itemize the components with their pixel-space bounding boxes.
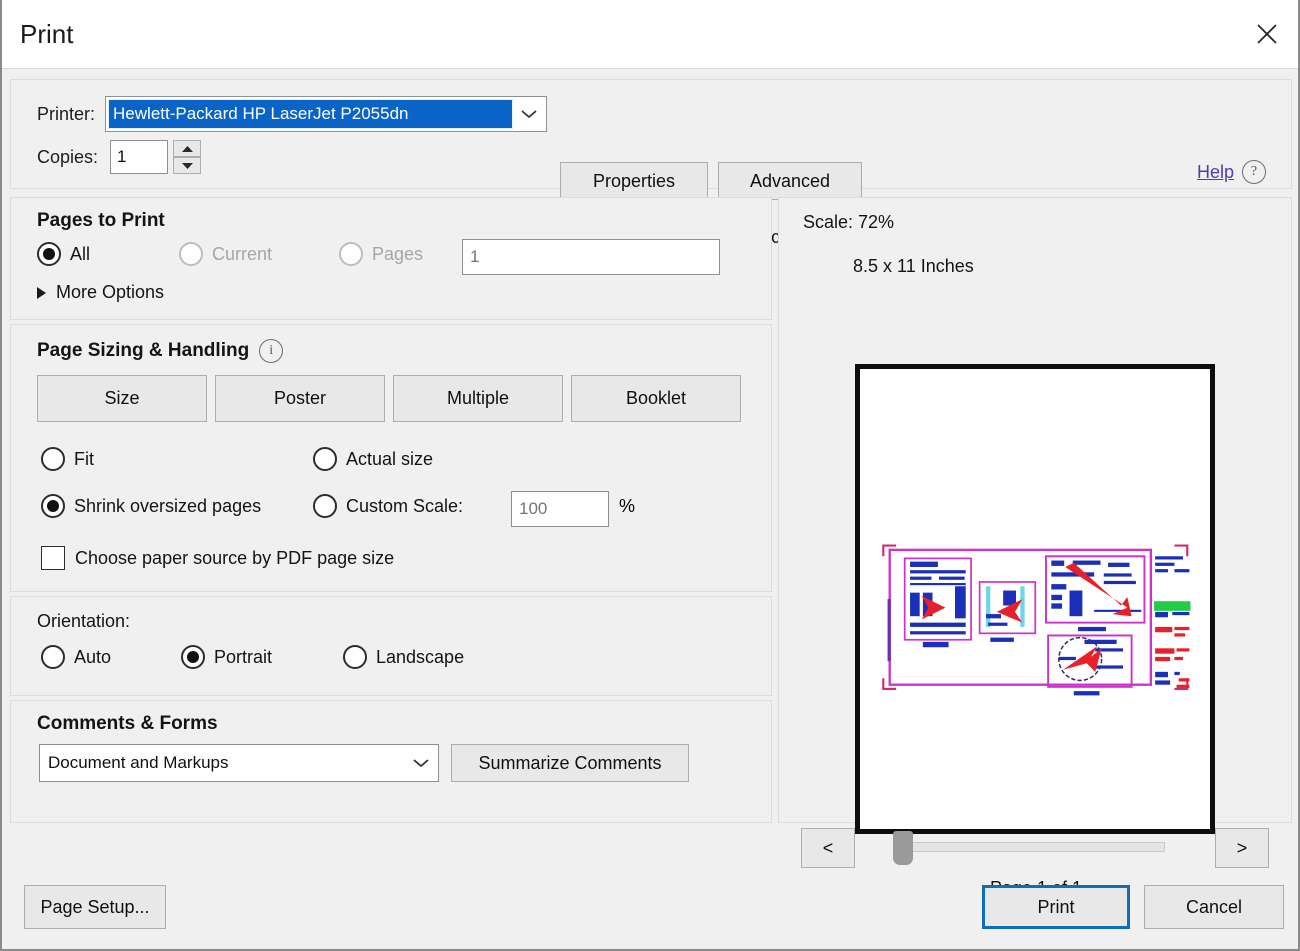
orientation-section: Orientation: Auto Portrait Landscape bbox=[10, 596, 772, 696]
size-button[interactable]: Size bbox=[37, 375, 207, 422]
comments-forms-select[interactable]: Document and Markups bbox=[39, 744, 439, 782]
radio-fit-label: Fit bbox=[74, 448, 94, 469]
radio-orientation-auto[interactable]: Auto bbox=[41, 645, 111, 669]
printer-select[interactable]: Hewlett-Packard HP LaserJet P2055dn bbox=[105, 96, 548, 132]
comments-forms-selected-value: Document and Markups bbox=[48, 753, 229, 772]
radio-pages-current-label: Current bbox=[212, 243, 273, 264]
orientation-title: Orientation: bbox=[37, 611, 131, 631]
print-dialog: Print Printer: Hewlett-Packard HP LaserJ… bbox=[0, 0, 1300, 951]
radio-pages-range-label: Pages bbox=[372, 243, 424, 264]
preview-page-surface bbox=[867, 376, 1203, 822]
caret-up-icon bbox=[181, 145, 194, 153]
radio-mark bbox=[179, 242, 203, 266]
radio-custom-scale[interactable]: Custom Scale: bbox=[313, 494, 463, 518]
printer-row: Printer: Hewlett-Packard HP LaserJet P20… bbox=[37, 96, 548, 132]
preview-section: Scale: 72% 8.5 x 11 Inches < > bbox=[778, 197, 1292, 898]
info-circle-icon[interactable]: i bbox=[259, 339, 284, 363]
page-sizing-buttons: Size Poster Multiple Booklet bbox=[37, 375, 741, 422]
copies-label: Copies: bbox=[37, 146, 99, 167]
close-button[interactable] bbox=[1236, 0, 1298, 67]
title-bar: Print bbox=[2, 0, 1298, 69]
advanced-button[interactable]: Advanced bbox=[718, 162, 862, 200]
page-sizing-title: Page Sizing & Handling bbox=[37, 340, 250, 361]
page-slider-track[interactable] bbox=[897, 842, 1165, 852]
chevron-down-icon bbox=[512, 98, 546, 130]
radio-mark bbox=[37, 242, 61, 266]
comments-forms-section: Comments & Forms Document and Markups Su… bbox=[10, 700, 772, 823]
radio-actual-size[interactable]: Actual size bbox=[313, 447, 433, 471]
question-circle-icon[interactable]: ? bbox=[1242, 160, 1266, 184]
multiple-button[interactable]: Multiple bbox=[393, 375, 563, 422]
properties-button[interactable]: Properties bbox=[560, 162, 708, 200]
pages-range-input[interactable] bbox=[462, 239, 720, 275]
radio-shrink-oversized-label: Shrink oversized pages bbox=[74, 495, 262, 516]
close-icon bbox=[1254, 21, 1280, 47]
paper-source-checkbox[interactable]: Choose paper source by PDF page size bbox=[41, 546, 394, 570]
caret-down-icon bbox=[181, 162, 194, 170]
radio-custom-scale-label: Custom Scale: bbox=[346, 495, 464, 516]
radio-mark bbox=[181, 645, 205, 669]
page-sizing-title-row: Page Sizing & Handling i bbox=[37, 339, 284, 363]
radio-shrink-oversized[interactable]: Shrink oversized pages bbox=[41, 494, 261, 518]
radio-orientation-landscape-label: Landscape bbox=[376, 646, 465, 667]
page-title: Print bbox=[20, 18, 74, 49]
radio-mark bbox=[313, 494, 337, 518]
page-setup-button[interactable]: Page Setup... bbox=[24, 885, 166, 929]
paper-size-text: 8.5 x 11 Inches bbox=[853, 256, 974, 276]
more-options-label: More Options bbox=[56, 282, 165, 302]
print-button[interactable]: Print bbox=[982, 885, 1130, 929]
cad-drawing-preview bbox=[881, 544, 1191, 695]
chevron-down-icon bbox=[404, 747, 438, 779]
radio-mark bbox=[339, 242, 363, 266]
radio-mark bbox=[41, 645, 65, 669]
copies-decrement-button[interactable] bbox=[173, 157, 202, 174]
checkbox-box bbox=[41, 546, 65, 570]
custom-scale-input[interactable] bbox=[511, 491, 609, 527]
radio-orientation-landscape[interactable]: Landscape bbox=[343, 645, 464, 669]
radio-mark bbox=[343, 645, 367, 669]
dialog-footer: Page Setup... Print Cancel bbox=[10, 859, 1290, 949]
dialog-body: Printer: Hewlett-Packard HP LaserJet P20… bbox=[2, 69, 1298, 949]
summarize-comments-button[interactable]: Summarize Comments bbox=[451, 744, 689, 782]
booklet-button[interactable]: Booklet bbox=[571, 375, 741, 422]
printer-label: Printer: bbox=[37, 103, 96, 124]
cancel-button[interactable]: Cancel bbox=[1144, 885, 1284, 929]
pages-to-print-title: Pages to Print bbox=[37, 210, 165, 231]
radio-pages-all[interactable]: All bbox=[37, 242, 90, 266]
radio-orientation-auto-label: Auto bbox=[74, 646, 112, 667]
more-options-toggle[interactable]: More Options bbox=[37, 282, 164, 303]
copies-row: Copies: bbox=[37, 140, 202, 174]
radio-actual-size-label: Actual size bbox=[346, 448, 434, 469]
paper-source-label: Choose paper source by PDF page size bbox=[75, 547, 395, 568]
comments-forms-title: Comments & Forms bbox=[37, 713, 218, 734]
help-area: Help ? bbox=[1197, 160, 1266, 184]
pages-to-print-section: Pages to Print All Current Pages More Op… bbox=[10, 197, 772, 320]
help-link[interactable]: Help bbox=[1197, 162, 1234, 183]
radio-pages-range[interactable]: Pages bbox=[339, 242, 423, 266]
chevron-right-icon bbox=[37, 286, 46, 299]
copies-increment-button[interactable] bbox=[173, 140, 202, 157]
radio-mark bbox=[313, 447, 337, 471]
radio-pages-current[interactable]: Current bbox=[179, 242, 272, 266]
radio-fit[interactable]: Fit bbox=[41, 447, 94, 471]
percent-sign-label: % bbox=[619, 496, 636, 516]
copies-input[interactable] bbox=[110, 140, 169, 174]
scale-text: Scale: 72% bbox=[803, 212, 895, 232]
radio-mark bbox=[41, 447, 65, 471]
radio-orientation-portrait-label: Portrait bbox=[214, 646, 273, 667]
printer-selected-value: Hewlett-Packard HP LaserJet P2055dn bbox=[108, 99, 514, 129]
page-preview-thumbnail bbox=[855, 364, 1215, 834]
page-sizing-section: Page Sizing & Handling i Size Poster Mul… bbox=[10, 324, 772, 592]
radio-mark bbox=[41, 494, 65, 518]
radio-pages-all-label: All bbox=[70, 243, 91, 264]
poster-button[interactable]: Poster bbox=[215, 375, 385, 422]
copies-stepper[interactable] bbox=[173, 140, 202, 174]
radio-orientation-portrait[interactable]: Portrait bbox=[181, 645, 272, 669]
